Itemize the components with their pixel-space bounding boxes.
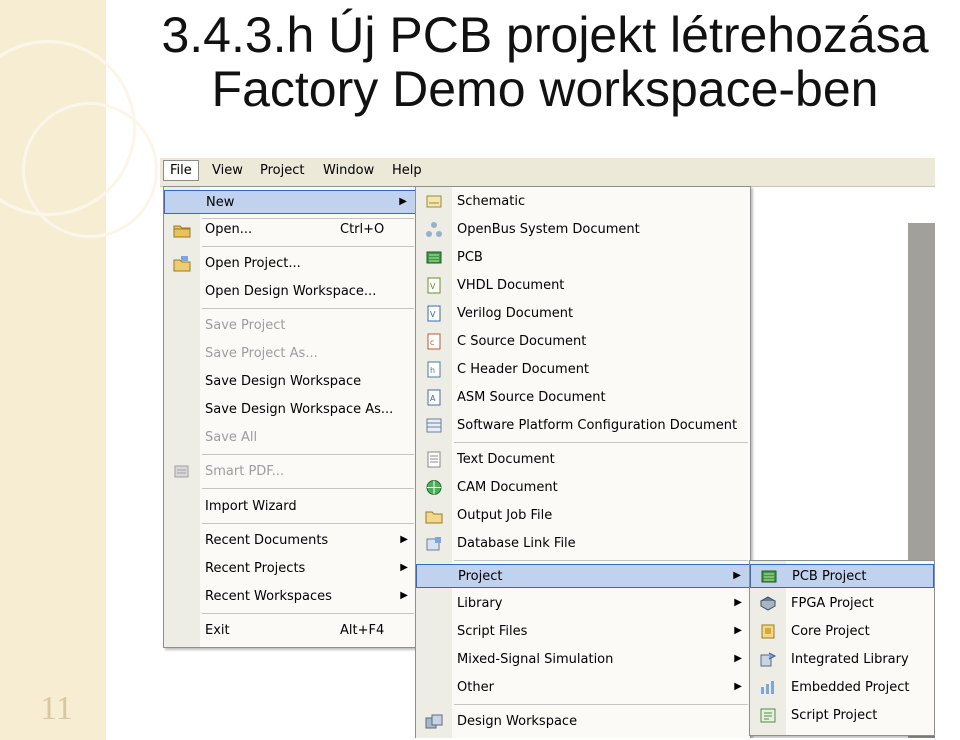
submenu-arrow-icon: ▶ bbox=[400, 562, 408, 573]
menu-item-output-job[interactable]: Output Job File bbox=[416, 504, 750, 528]
menu-item-c-source[interactable]: c C Source Document bbox=[416, 330, 750, 354]
menu-item-project[interactable]: Project ▶ bbox=[416, 564, 750, 588]
menu-item-other[interactable]: Other ▶ bbox=[416, 676, 750, 700]
menu-item-text-document[interactable]: Text Document bbox=[416, 448, 750, 472]
menu-item-save-project-as[interactable]: Save Project As... bbox=[164, 342, 416, 366]
cam-icon bbox=[426, 480, 442, 495]
fpga-project-icon bbox=[759, 596, 777, 611]
menu-item-asm-source[interactable]: A ASM Source Document bbox=[416, 386, 750, 410]
menu-item-mixed-signal-simulation[interactable]: Mixed-Signal Simulation ▶ bbox=[416, 648, 750, 672]
new-submenu: Schematic OpenBus System Document PCB V … bbox=[415, 186, 751, 738]
svg-text:V: V bbox=[430, 310, 436, 319]
embedded-project-icon bbox=[761, 681, 774, 694]
menu-item-pcb-project[interactable]: PCB Project bbox=[750, 564, 934, 588]
menu-item-recent-workspaces[interactable]: Recent Workspaces ▶ bbox=[164, 585, 416, 609]
menu-item-openbus[interactable]: OpenBus System Document bbox=[416, 218, 750, 242]
menu-item-schematic[interactable]: Schematic bbox=[416, 190, 750, 214]
software-platform-icon bbox=[426, 418, 442, 433]
menu-item-exit[interactable]: Exit Alt+F4 bbox=[164, 619, 416, 643]
menu-item-script-project[interactable]: Script Project bbox=[750, 704, 934, 728]
slide-title: 3.4.3.h Új PCB projekt létrehozása Facto… bbox=[132, 8, 958, 116]
menu-item-vhdl[interactable]: V VHDL Document bbox=[416, 274, 750, 298]
menu-item-software-platform[interactable]: Software Platform Configuration Document bbox=[416, 414, 750, 438]
project-submenu: PCB Project FPGA Project Core Project In… bbox=[749, 560, 935, 736]
menu-project[interactable]: Project bbox=[260, 163, 304, 178]
submenu-arrow-icon: ▶ bbox=[733, 570, 741, 581]
menu-item-open[interactable]: Open... Ctrl+O bbox=[164, 218, 416, 242]
file-menu: New ▶ Open... Ctrl+O Open Project... Ope… bbox=[163, 186, 417, 648]
submenu-arrow-icon: ▶ bbox=[399, 196, 407, 207]
asm-icon: A bbox=[427, 389, 441, 406]
script-project-icon bbox=[760, 708, 776, 723]
menu-item-recent-documents[interactable]: Recent Documents ▶ bbox=[164, 529, 416, 553]
slide-title-line-1: 3.4.3.h Új PCB projekt létrehozása bbox=[161, 7, 929, 63]
submenu-arrow-icon: ▶ bbox=[734, 625, 742, 636]
pcb-project-icon bbox=[761, 570, 777, 583]
database-link-icon bbox=[426, 537, 441, 551]
integrated-library-icon bbox=[760, 652, 777, 667]
submenu-arrow-icon: ▶ bbox=[734, 653, 742, 664]
menu-item-open-project[interactable]: Open Project... bbox=[164, 252, 416, 276]
menu-item-smart-pdf[interactable]: Smart PDF... bbox=[164, 460, 416, 484]
slide-title-line-2: Factory Demo workspace-ben bbox=[211, 61, 879, 117]
menu-item-open-design-workspace[interactable]: Open Design Workspace... bbox=[164, 280, 416, 304]
vhdl-icon: V bbox=[427, 277, 441, 294]
menu-bar: File View Project Window Help bbox=[160, 158, 935, 187]
c-source-icon: c bbox=[427, 333, 441, 350]
menu-item-fpga-project[interactable]: FPGA Project bbox=[750, 592, 934, 616]
submenu-arrow-icon: ▶ bbox=[400, 534, 408, 545]
menu-item-verilog[interactable]: V Verilog Document bbox=[416, 302, 750, 326]
menu-item-library[interactable]: Library ▶ bbox=[416, 592, 750, 616]
menu-item-save-all[interactable]: Save All bbox=[164, 426, 416, 450]
svg-text:h: h bbox=[430, 366, 435, 375]
menu-item-save-design-workspace[interactable]: Save Design Workspace bbox=[164, 370, 416, 394]
slide-page-number: 11 bbox=[40, 690, 73, 727]
submenu-arrow-icon: ▶ bbox=[400, 590, 408, 601]
open-folder-icon bbox=[173, 225, 191, 238]
submenu-arrow-icon: ▶ bbox=[734, 681, 742, 692]
core-project-icon bbox=[761, 624, 775, 639]
menu-file[interactable]: File bbox=[163, 160, 199, 181]
design-workspace-icon bbox=[425, 714, 443, 729]
menu-item-cam-document[interactable]: CAM Document bbox=[416, 476, 750, 500]
menu-item-pcb[interactable]: PCB bbox=[416, 246, 750, 270]
menu-item-design-workspace[interactable]: Design Workspace bbox=[416, 710, 750, 734]
verilog-icon: V bbox=[427, 305, 441, 322]
pcb-icon bbox=[426, 251, 442, 264]
menu-item-new[interactable]: New ▶ bbox=[164, 190, 416, 214]
menu-item-database-link[interactable]: Database Link File bbox=[416, 532, 750, 556]
menu-item-core-project[interactable]: Core Project bbox=[750, 620, 934, 644]
svg-text:c: c bbox=[430, 338, 434, 347]
svg-text:A: A bbox=[430, 394, 436, 403]
application-screenshot: File View Project Window Help New ▶ Open… bbox=[160, 158, 935, 738]
submenu-arrow-icon: ▶ bbox=[734, 597, 742, 608]
menu-item-embedded-project[interactable]: Embedded Project bbox=[750, 676, 934, 700]
menu-help[interactable]: Help bbox=[392, 163, 422, 178]
menu-item-recent-projects[interactable]: Recent Projects ▶ bbox=[164, 557, 416, 581]
svg-text:V: V bbox=[430, 282, 436, 291]
menu-item-save-project[interactable]: Save Project bbox=[164, 314, 416, 338]
menu-item-script-files[interactable]: Script Files ▶ bbox=[416, 620, 750, 644]
menu-item-import-wizard[interactable]: Import Wizard bbox=[164, 495, 416, 519]
c-header-icon: h bbox=[427, 361, 441, 378]
text-document-icon bbox=[427, 451, 441, 468]
menu-item-c-header[interactable]: h C Header Document bbox=[416, 358, 750, 382]
openbus-icon bbox=[426, 222, 442, 237]
menu-view[interactable]: View bbox=[212, 163, 243, 178]
output-job-icon bbox=[425, 511, 443, 524]
open-project-icon bbox=[173, 256, 191, 272]
menu-item-integrated-library[interactable]: Integrated Library bbox=[750, 648, 934, 672]
schematic-icon bbox=[426, 195, 442, 208]
menu-item-save-design-workspace-as[interactable]: Save Design Workspace As... bbox=[164, 398, 416, 422]
smart-pdf-icon bbox=[174, 465, 189, 478]
menu-window[interactable]: Window bbox=[323, 163, 374, 178]
